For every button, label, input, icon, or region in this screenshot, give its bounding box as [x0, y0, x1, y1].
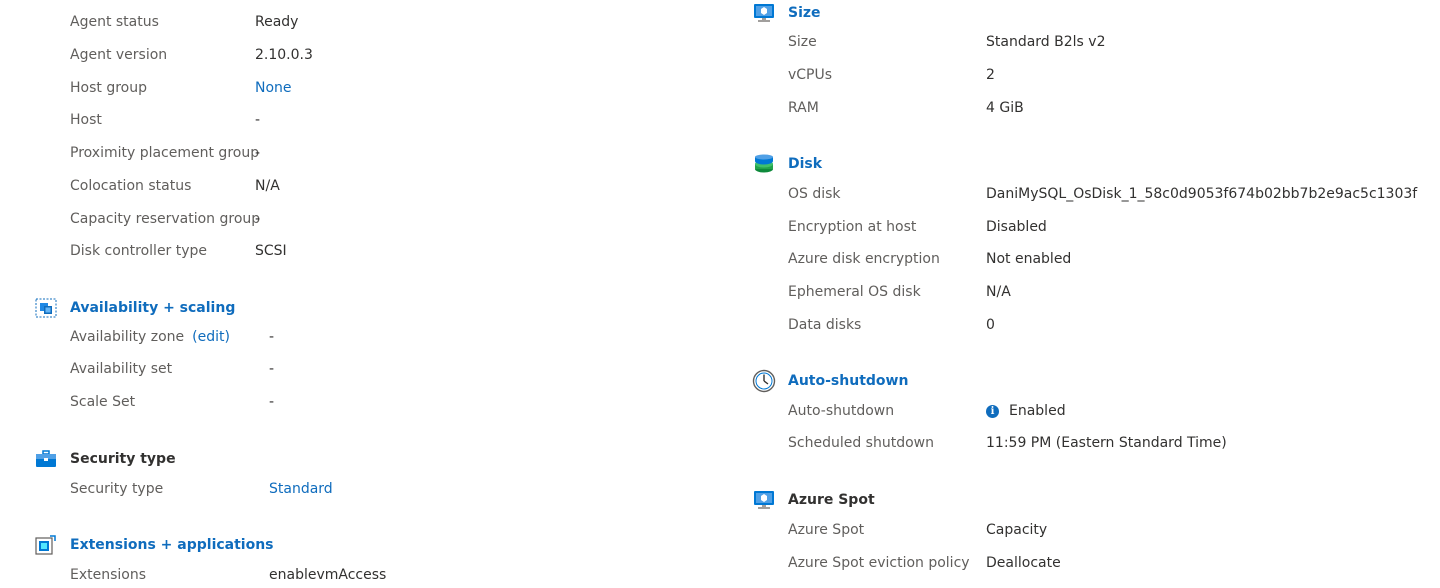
property-label: RAM: [788, 100, 819, 116]
property-value: -: [269, 329, 275, 345]
property-value: -: [269, 361, 275, 377]
property-row: Availability set -: [70, 358, 274, 380]
property-row: Encryption at host Disabled: [788, 216, 1047, 238]
section-security-type: Security type: [34, 448, 176, 470]
property-label: Extensions: [70, 567, 147, 583]
property-row: Extensions enablevmAccess: [70, 564, 386, 586]
property-row: OS disk DaniMySQL_OsDisk_1_58c0d9053f674…: [788, 183, 1417, 205]
property-label: Availability set: [70, 361, 173, 377]
property-label: Scheduled shutdown: [788, 435, 934, 451]
availability-scaling-icon: [34, 297, 58, 319]
property-label: Agent status: [70, 14, 159, 30]
property-label: vCPUs: [788, 67, 833, 83]
property-value: 2.10.0.3: [255, 47, 313, 63]
property-label: Capacity reservation group: [70, 211, 261, 227]
property-row: Agent status Ready: [70, 11, 298, 33]
property-value: 11:59 PM (Eastern Standard Time): [986, 435, 1227, 451]
host-group-link[interactable]: None: [255, 80, 292, 96]
info-icon: i: [986, 404, 999, 418]
property-label: OS disk: [788, 186, 841, 202]
property-label: Availability zone: [70, 329, 185, 345]
property-value: SCSI: [255, 243, 287, 259]
security-type-link[interactable]: Standard: [269, 481, 333, 497]
property-value: 2: [986, 67, 995, 83]
property-value: -: [255, 112, 261, 128]
extensions-icon: [34, 534, 58, 556]
section-auto-shutdown: Auto-shutdown: [752, 369, 908, 393]
section-azure-spot: Azure Spot: [752, 489, 875, 511]
property-row: Azure Spot eviction policy Deallocate: [788, 552, 1061, 574]
property-label: Host group: [70, 80, 147, 96]
monitor-icon: [752, 2, 776, 24]
property-label: Disk controller type: [70, 243, 208, 259]
property-label: Size: [788, 34, 817, 50]
property-value: enablevmAccess: [269, 567, 387, 583]
property-row: Auto-shutdown i Enabled: [788, 400, 1066, 422]
property-value: -: [269, 394, 275, 410]
security-briefcase-icon: [34, 448, 58, 470]
property-value: DaniMySQL_OsDisk_1_58c0d9053f674b02bb7b2…: [986, 186, 1418, 202]
disk-icon: [752, 153, 776, 175]
section-disk: Disk: [752, 153, 822, 175]
property-label: Ephemeral OS disk: [788, 284, 921, 300]
section-extensions-applications: Extensions + applications: [34, 534, 274, 556]
property-label: Proximity placement group: [70, 145, 260, 161]
property-label: Scale Set: [70, 394, 136, 410]
property-row: Scheduled shutdown 11:59 PM (Eastern Sta…: [788, 432, 1227, 454]
property-row: Capacity reservation group -: [70, 208, 260, 230]
property-label: Security type: [70, 481, 164, 497]
monitor-icon: [752, 489, 776, 511]
availability-scaling-link[interactable]: Availability + scaling: [70, 300, 235, 316]
section-title: Security type: [70, 451, 176, 467]
property-value: N/A: [255, 178, 280, 194]
property-value: Ready: [255, 14, 299, 30]
availability-zone-edit-link[interactable]: (edit): [192, 329, 230, 345]
extensions-applications-link[interactable]: Extensions + applications: [70, 537, 274, 553]
property-row: Azure Spot Capacity: [788, 519, 1047, 541]
property-value: Disabled: [986, 219, 1047, 235]
property-row: Azure disk encryption Not enabled: [788, 248, 1071, 270]
property-row: Security type Standard: [70, 478, 333, 500]
property-value: 0: [986, 317, 995, 333]
property-row: Host -: [70, 109, 260, 131]
property-value: Not enabled: [986, 251, 1072, 267]
property-label: Agent version: [70, 47, 168, 63]
section-size: Size: [752, 2, 821, 24]
auto-shutdown-link[interactable]: Auto-shutdown: [788, 373, 908, 389]
property-row: Ephemeral OS disk N/A: [788, 281, 1011, 303]
property-value: 4 GiB: [986, 100, 1024, 116]
property-label: Azure Spot eviction policy: [788, 555, 970, 571]
property-row: Disk controller type SCSI: [70, 240, 287, 262]
property-value: Enabled: [1009, 403, 1066, 419]
property-row: Data disks 0: [788, 314, 995, 336]
section-title: Azure Spot: [788, 492, 875, 508]
property-value: -: [255, 211, 261, 227]
property-value: N/A: [986, 284, 1011, 300]
property-row: RAM 4 GiB: [788, 97, 1024, 119]
property-label: Colocation status: [70, 178, 192, 194]
clock-icon: [752, 369, 776, 393]
property-row: Host group None: [70, 77, 292, 99]
disk-link[interactable]: Disk: [788, 156, 822, 172]
property-row: Size Standard B2ls v2: [788, 31, 1105, 53]
property-label: Azure disk encryption: [788, 251, 940, 267]
property-label: Host: [70, 112, 102, 128]
property-value: Standard B2ls v2: [986, 34, 1106, 50]
property-label: Encryption at host: [788, 219, 917, 235]
property-label: Auto-shutdown: [788, 403, 895, 419]
property-row: Proximity placement group -: [70, 142, 260, 164]
property-row: Agent version 2.10.0.3: [70, 44, 313, 66]
property-row: Scale Set -: [70, 391, 274, 413]
property-label: Data disks: [788, 317, 862, 333]
property-row: Availability zone (edit) -: [70, 326, 274, 348]
property-row: vCPUs 2: [788, 64, 995, 86]
property-label: Azure Spot: [788, 522, 865, 538]
property-row: Colocation status N/A: [70, 175, 280, 197]
size-link[interactable]: Size: [788, 5, 821, 21]
section-availability-scaling: Availability + scaling: [34, 297, 235, 319]
property-value: Capacity: [986, 522, 1048, 538]
property-value: Deallocate: [986, 555, 1061, 571]
property-value: -: [255, 145, 261, 161]
